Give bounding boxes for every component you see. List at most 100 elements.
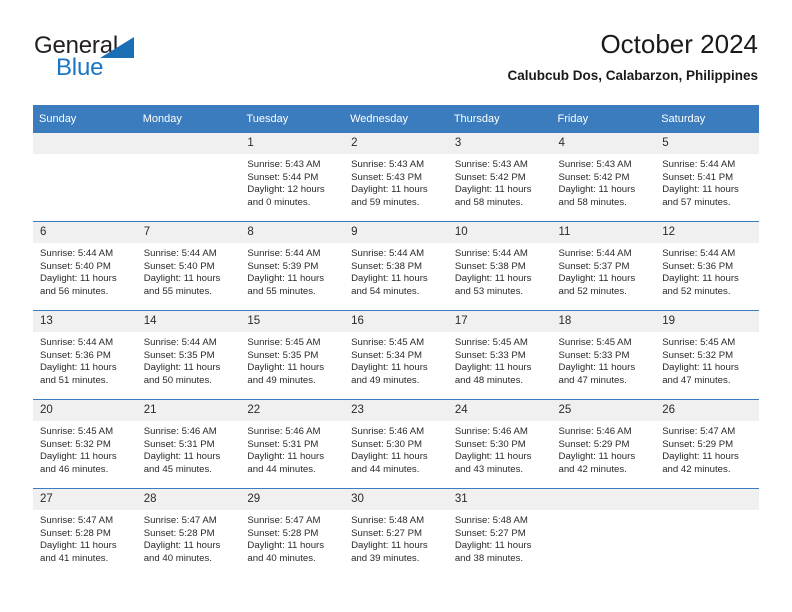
day-number — [655, 489, 759, 510]
day-number: 27 — [33, 489, 137, 510]
day-detail-line: and 57 minutes. — [662, 196, 731, 208]
day-number: 1 — [240, 133, 345, 154]
day-detail-line: and 48 minutes. — [454, 374, 524, 386]
calendar-day-cell[interactable]: 6 Sunrise: 5:44 AM Sunset: 5:40 PM Daylight… — [33, 221, 137, 311]
day-detail-line: Sunset: 5:30 PM — [351, 438, 423, 450]
calendar-day-cell[interactable]: 31 Sunrise: 5:48 AM Sunset: 5:27 PM Dayligh… — [447, 488, 552, 577]
day-detail-line: Sunset: 5:39 PM — [247, 260, 319, 272]
calendar-day-cell[interactable]: 21 Sunrise: 5:46 AM Sunset: 5:31 PM Dayligh… — [136, 399, 241, 489]
day-number: 29 — [240, 489, 345, 510]
day-detail-line: Sunset: 5:28 PM — [40, 527, 111, 539]
day-detail-line: Daylight: 11 hours — [558, 273, 636, 285]
day-detail-line: Daylight: 11 hours — [454, 540, 532, 552]
day-number: 13 — [33, 311, 137, 332]
calendar-day-cell[interactable]: 18 Sunrise: 5:45 AM Sunset: 5:33 PM Dayligh… — [551, 310, 656, 400]
calendar-day-cell[interactable]: 28 Sunrise: 5:47 AM Sunset: 5:28 PM Dayligh… — [136, 488, 241, 577]
day-number: 20 — [33, 400, 137, 421]
day-detail-line: Sunset: 5:38 PM — [454, 260, 526, 272]
day-detail-line: Daylight: 11 hours — [143, 451, 221, 463]
day-details — [655, 510, 759, 515]
day-detail-line: Sunset: 5:30 PM — [454, 438, 526, 450]
calendar-day-cell[interactable]: 14 Sunrise: 5:44 AM Sunset: 5:35 PM Dayligh… — [136, 310, 241, 400]
calendar-day-cell[interactable]: 3 Sunrise: 5:43 AM Sunset: 5:42 PM Daylight… — [447, 133, 552, 222]
day-detail-line: Sunrise: 5:44 AM — [558, 248, 632, 259]
calendar-day-cell[interactable]: 22 Sunrise: 5:46 AM Sunset: 5:31 PM Dayligh… — [240, 399, 345, 489]
day-details: Sunrise: 5:48 AM Sunset: 5:27 PM Daylight:… — [448, 510, 552, 565]
day-details — [137, 154, 241, 159]
day-detail-line: Daylight: 11 hours — [247, 362, 325, 374]
calendar-day-cell[interactable]: 24 Sunrise: 5:46 AM Sunset: 5:30 PM Dayligh… — [447, 399, 552, 489]
day-details — [552, 510, 656, 515]
calendar-day-cell[interactable]: 17 Sunrise: 5:45 AM Sunset: 5:33 PM Dayligh… — [447, 310, 552, 400]
page-subtitle: Calubcub Dos, Calabarzon, Philippines — [507, 68, 758, 83]
day-detail-line: Sunset: 5:33 PM — [558, 349, 630, 361]
calendar-day-cell[interactable]: 10 Sunrise: 5:44 AM Sunset: 5:38 PM Dayligh… — [447, 221, 552, 311]
calendar-day-cell[interactable]: 8 Sunrise: 5:44 AM Sunset: 5:39 PM Daylight… — [240, 221, 345, 311]
weekday-header-row: Sunday Monday Tuesday Wednesday Thursday… — [33, 105, 759, 133]
day-detail-line: Sunset: 5:40 PM — [40, 260, 111, 272]
calendar-day-cell[interactable]: 19 Sunrise: 5:45 AM Sunset: 5:32 PM Dayligh… — [655, 310, 759, 400]
day-detail-line: Sunset: 5:32 PM — [662, 349, 734, 361]
day-number: 25 — [551, 400, 656, 421]
calendar-day-cell[interactable]: 25 Sunrise: 5:46 AM Sunset: 5:29 PM Dayligh… — [551, 399, 656, 489]
day-detail-line: Sunset: 5:29 PM — [662, 438, 734, 450]
calendar-day-cell[interactable]: 12 Sunrise: 5:44 AM Sunset: 5:36 PM Dayligh… — [655, 221, 759, 311]
calendar-day-cell[interactable]: 13 Sunrise: 5:44 AM Sunset: 5:36 PM Dayligh… — [33, 310, 137, 400]
calendar-day-cell[interactable]: 30 Sunrise: 5:48 AM Sunset: 5:27 PM Dayligh… — [344, 488, 448, 577]
day-detail-line: Sunset: 5:27 PM — [351, 527, 423, 539]
day-details: Sunrise: 5:44 AM Sunset: 5:36 PM Daylight:… — [655, 243, 759, 298]
day-detail-line: Sunset: 5:31 PM — [247, 438, 319, 450]
calendar-day-cell[interactable]: 5 Sunrise: 5:44 AM Sunset: 5:41 PM Daylight… — [655, 133, 759, 222]
day-detail-line: Daylight: 11 hours — [454, 362, 532, 374]
day-detail-line: Sunrise: 5:44 AM — [40, 248, 114, 259]
day-detail-line: Daylight: 11 hours — [247, 273, 325, 285]
calendar-day-cell[interactable]: 2 Sunrise: 5:43 AM Sunset: 5:43 PM Daylight… — [344, 133, 448, 222]
day-details: Sunrise: 5:47 AM Sunset: 5:28 PM Daylight:… — [240, 510, 344, 565]
day-number: 30 — [344, 489, 448, 510]
calendar-day-cell[interactable]: 11 Sunrise: 5:44 AM Sunset: 5:37 PM Dayligh… — [551, 221, 656, 311]
general-blue-logo[interactable]: General Blue — [34, 32, 234, 88]
day-detail-line: Daylight: 11 hours — [662, 451, 739, 463]
calendar-day-cell[interactable]: 16 Sunrise: 5:45 AM Sunset: 5:34 PM Dayligh… — [344, 310, 448, 400]
calendar-week-row: 27 Sunrise: 5:47 AM Sunset: 5:28 PM Dayligh… — [33, 488, 759, 577]
calendar-grid: Sunday Monday Tuesday Wednesday Thursday… — [33, 105, 759, 577]
day-detail-line: Sunrise: 5:43 AM — [454, 159, 528, 170]
calendar-day-cell-empty — [551, 488, 656, 577]
calendar-day-cell[interactable]: 29 Sunrise: 5:47 AM Sunset: 5:28 PM Dayligh… — [240, 488, 345, 577]
calendar-day-cell[interactable]: 1 Sunrise: 5:43 AM Sunset: 5:44 PM Daylight… — [240, 133, 345, 222]
day-detail-line: Daylight: 11 hours — [662, 362, 739, 374]
day-detail-line: Sunrise: 5:44 AM — [351, 248, 425, 259]
day-detail-line: Sunset: 5:32 PM — [40, 438, 111, 450]
calendar-day-cell[interactable]: 9 Sunrise: 5:44 AM Sunset: 5:38 PM Daylight… — [344, 221, 448, 311]
day-details: Sunrise: 5:48 AM Sunset: 5:27 PM Daylight:… — [344, 510, 448, 565]
day-detail-line: Daylight: 11 hours — [351, 451, 428, 463]
day-number: 16 — [344, 311, 448, 332]
weekday-header-saturday: Saturday — [655, 105, 759, 133]
day-detail-line: Sunrise: 5:44 AM — [662, 159, 736, 170]
day-detail-line: Sunset: 5:35 PM — [143, 349, 215, 361]
calendar-day-cell-empty — [136, 133, 241, 222]
day-detail-line: and 49 minutes. — [247, 374, 316, 386]
calendar-day-cell[interactable]: 20 Sunrise: 5:45 AM Sunset: 5:32 PM Dayligh… — [33, 399, 137, 489]
logo-text-blue: Blue — [56, 54, 104, 81]
day-detail-line: Sunset: 5:42 PM — [454, 171, 526, 183]
day-detail-line: Daylight: 11 hours — [351, 362, 428, 374]
day-detail-line: Sunset: 5:31 PM — [143, 438, 215, 450]
calendar-day-cell[interactable]: 27 Sunrise: 5:47 AM Sunset: 5:28 PM Dayligh… — [33, 488, 137, 577]
day-number: 10 — [447, 222, 552, 243]
calendar-day-cell[interactable]: 4 Sunrise: 5:43 AM Sunset: 5:42 PM Daylight… — [551, 133, 656, 222]
calendar-week-row: 1 Sunrise: 5:43 AM Sunset: 5:44 PM Daylight… — [33, 133, 759, 222]
calendar-day-cell[interactable]: 23 Sunrise: 5:46 AM Sunset: 5:30 PM Dayligh… — [344, 399, 448, 489]
day-detail-line: Daylight: 11 hours — [40, 273, 117, 285]
calendar-day-cell[interactable]: 7 Sunrise: 5:44 AM Sunset: 5:40 PM Daylight… — [136, 221, 241, 311]
day-details: Sunrise: 5:46 AM Sunset: 5:29 PM Daylight:… — [552, 421, 656, 476]
calendar-day-cell[interactable]: 26 Sunrise: 5:47 AM Sunset: 5:29 PM Dayligh… — [655, 399, 759, 489]
day-detail-line: and 54 minutes. — [351, 285, 420, 297]
day-detail-line: and 40 minutes. — [143, 552, 212, 564]
calendar-week-row: 20 Sunrise: 5:45 AM Sunset: 5:32 PM Dayligh… — [33, 399, 759, 489]
calendar-day-cell[interactable]: 15 Sunrise: 5:45 AM Sunset: 5:35 PM Dayligh… — [240, 310, 345, 400]
day-detail-line: and 58 minutes. — [454, 196, 524, 208]
day-number — [136, 133, 241, 154]
day-detail-line: and 59 minutes. — [351, 196, 420, 208]
day-detail-line: Daylight: 11 hours — [662, 184, 739, 196]
